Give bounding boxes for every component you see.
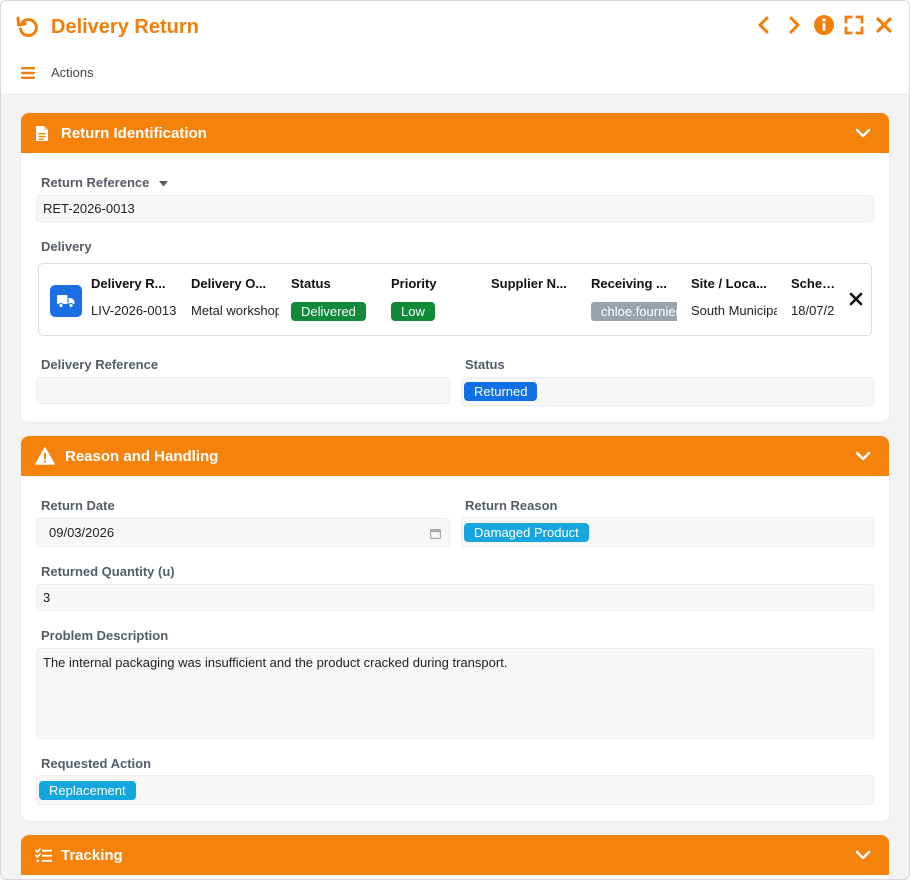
tracking-header[interactable]: Tracking — [21, 835, 889, 875]
delivery-linked-record[interactable]: Delivery R... LIV-2026-0013 Delivery O..… — [38, 263, 872, 336]
actions-menu[interactable]: Actions — [21, 65, 94, 80]
document-icon — [35, 124, 53, 142]
requested-action-label: Requested Action — [41, 756, 152, 771]
checklist-icon — [35, 846, 53, 864]
dialog-topbar: Delivery Return Actions — [1, 1, 909, 93]
close-button[interactable] — [873, 14, 895, 36]
reason-and-handling-section: Reason and Handling Return Date 09/03/20… — [21, 436, 889, 821]
delivery-priority-badge: Low — [391, 302, 435, 321]
delivery-status-badge: Delivered — [291, 302, 366, 321]
info-button[interactable] — [813, 14, 835, 36]
delivery-reference-label: Delivery Reference — [41, 357, 159, 372]
remove-delivery-button[interactable] — [847, 290, 865, 308]
dialog-title: Delivery Return — [51, 15, 199, 38]
tracking-section: Tracking — [21, 835, 889, 879]
dialog-window: Delivery Return Actions Return Identific… — [0, 0, 910, 880]
return-identification-header[interactable]: Return Identification — [21, 113, 889, 153]
section-title: Tracking — [61, 846, 123, 864]
return-reason-tag: Damaged Product — [464, 522, 589, 542]
hamburger-icon — [21, 66, 35, 79]
delivery-column-status: Status Delivered — [291, 276, 379, 322]
delivery-column-reference: Delivery R... LIV-2026-0013 — [91, 276, 177, 318]
return-reference-label[interactable]: Return Reference — [41, 175, 168, 190]
info-icon — [814, 15, 834, 35]
return-date-label: Return Date — [41, 498, 115, 513]
problem-description-textarea[interactable]: The internal packaging was insufficient … — [36, 648, 874, 739]
window-controls — [753, 14, 895, 36]
delivery-column-origin: Delivery O... Metal workshop — [191, 276, 279, 318]
return-reference-field[interactable]: RET-2026-0013 — [36, 195, 874, 222]
return-status-badge: Returned — [464, 382, 538, 401]
return-reason-label: Return Reason — [465, 498, 558, 513]
requested-action-tag: Replacement — [39, 780, 136, 800]
chevron-down-icon — [855, 850, 871, 860]
truck-icon — [50, 285, 82, 317]
problem-description-label: Problem Description — [41, 628, 169, 643]
return-identification-section: Return Identification Return Reference R… — [21, 113, 889, 422]
fullscreen-button[interactable] — [843, 14, 865, 36]
delivery-column-site: Site / Loca... South Municipal — [691, 276, 777, 318]
warning-icon — [35, 447, 55, 465]
chevron-down-icon — [855, 128, 871, 138]
next-record-button[interactable] — [783, 14, 805, 36]
return-reason-field[interactable]: Damaged Product — [461, 517, 874, 547]
delivery-column-priority: Priority Low — [391, 276, 437, 321]
actions-label: Actions — [51, 65, 94, 80]
delivery-reference-field[interactable] — [36, 377, 450, 404]
delivery-label: Delivery — [41, 239, 92, 254]
delivery-column-receiving: Receiving ... chloe.fournier — [591, 276, 677, 322]
returned-quantity-label: Returned Quantity (u) — [41, 564, 175, 579]
status-field[interactable]: Returned — [461, 377, 874, 406]
receiving-user-tag: chloe.fournier — [591, 302, 677, 321]
delivery-column-scheduled: Schedu 18/07/2 — [791, 276, 837, 318]
chevron-left-icon — [758, 16, 769, 34]
calendar-icon[interactable] — [430, 528, 441, 539]
close-icon — [876, 17, 892, 33]
section-title: Reason and Handling — [65, 447, 219, 465]
returned-quantity-field[interactable]: 3 — [36, 584, 874, 611]
reason-and-handling-header[interactable]: Reason and Handling — [21, 436, 889, 476]
undo-icon — [15, 14, 41, 40]
close-icon — [849, 292, 863, 306]
status-label: Status — [465, 357, 505, 372]
caret-down-icon — [159, 180, 168, 187]
expand-icon — [844, 15, 864, 35]
chevron-right-icon — [789, 16, 800, 34]
previous-record-button[interactable] — [753, 14, 775, 36]
return-date-field[interactable]: 09/03/2026 — [36, 518, 450, 547]
requested-action-field[interactable]: Replacement — [36, 775, 874, 805]
section-title: Return Identification — [61, 124, 207, 142]
delivery-column-supplier: Supplier N... — [491, 276, 567, 291]
dialog-title-row: Delivery Return — [15, 11, 199, 43]
chevron-down-icon — [855, 451, 871, 461]
